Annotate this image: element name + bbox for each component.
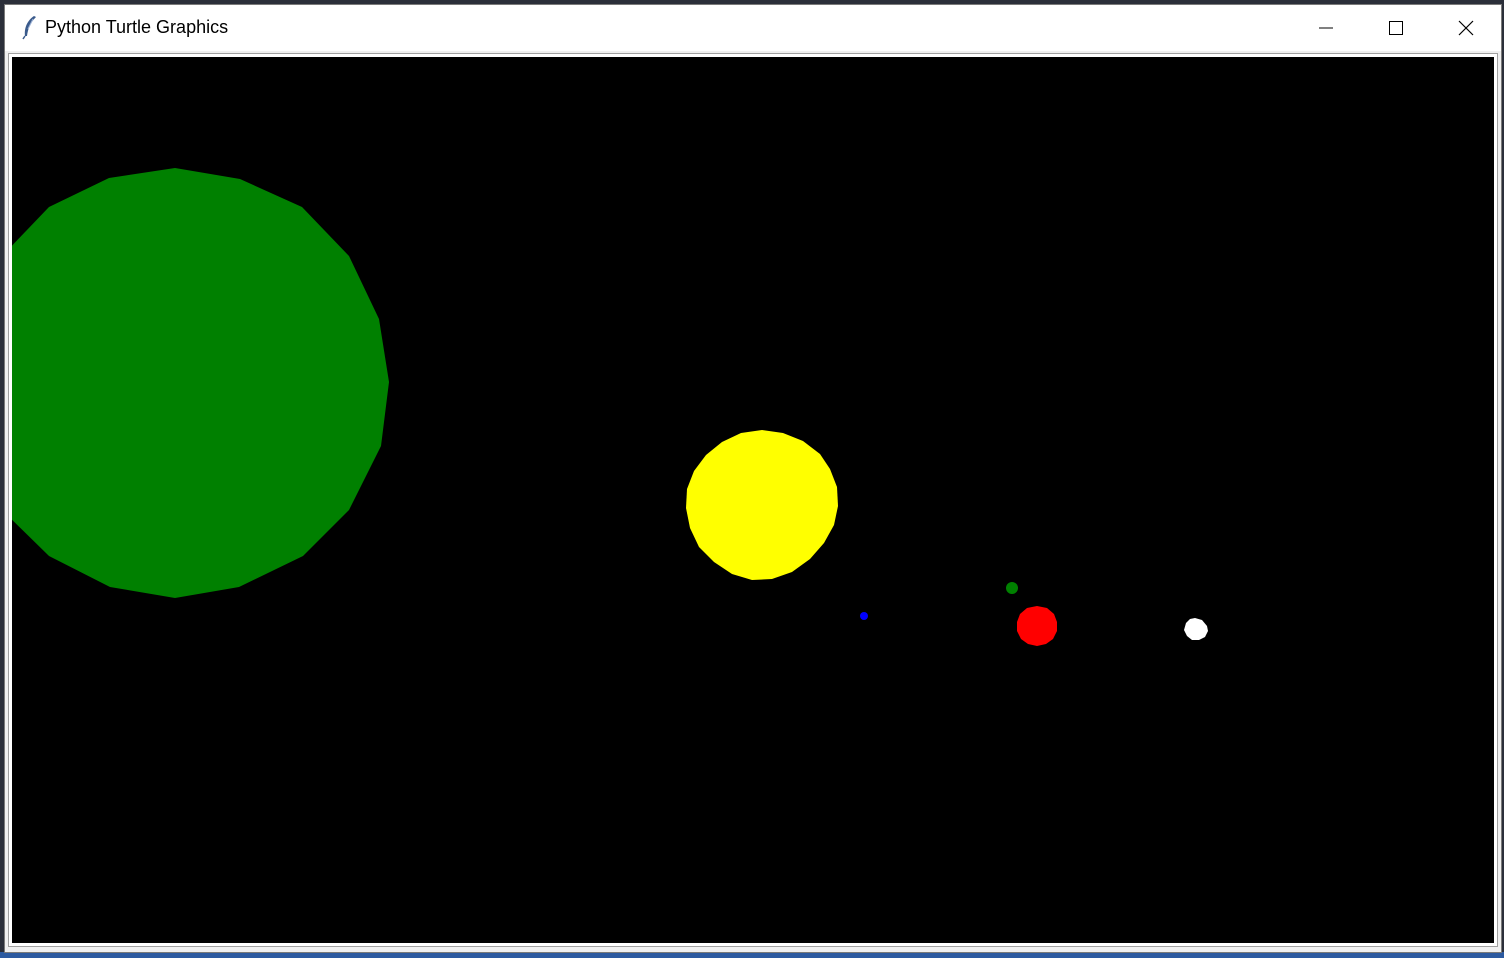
blue-planet (860, 612, 868, 620)
maximize-button[interactable] (1361, 5, 1431, 51)
white-planet (1184, 618, 1208, 640)
close-button[interactable] (1431, 5, 1501, 51)
large-green-body (12, 168, 389, 598)
minimize-button[interactable] (1291, 5, 1361, 51)
close-icon (1458, 20, 1474, 36)
feather-icon (19, 14, 41, 40)
red-planet (1017, 606, 1057, 646)
scene (12, 168, 1208, 646)
canvas-frame (8, 53, 1498, 947)
maximize-icon (1389, 21, 1403, 35)
title-bar[interactable]: Python Turtle Graphics (5, 5, 1501, 51)
sun (686, 430, 838, 580)
minimize-icon (1319, 27, 1333, 29)
window-title: Python Turtle Graphics (45, 17, 229, 37)
turtle-window: Python Turtle Graphics (4, 4, 1502, 953)
green-moon (1006, 582, 1018, 594)
turtle-canvas[interactable] (12, 57, 1494, 943)
